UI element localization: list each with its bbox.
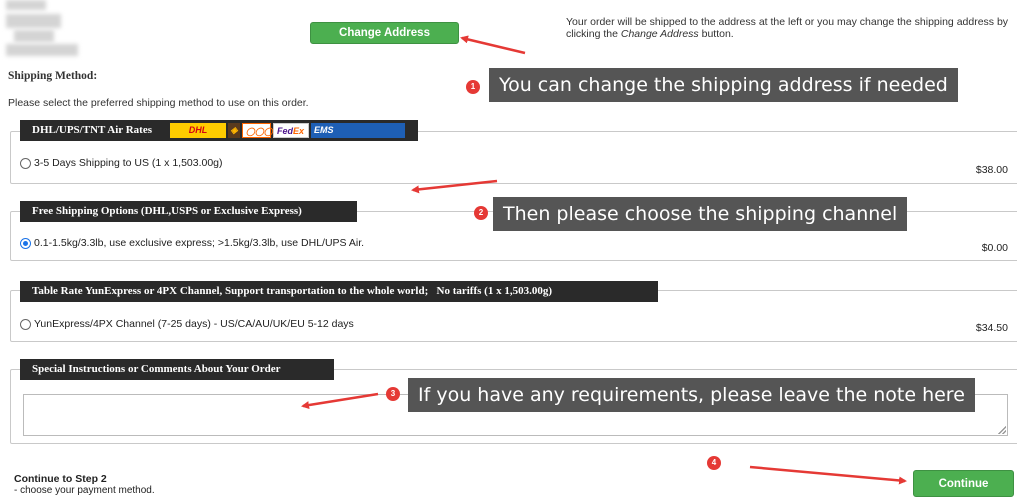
annotation-callout-1: You can change the shipping address if n… xyxy=(489,68,958,102)
shipping-option-yunexpress[interactable]: YunExpress/4PX Channel (7-25 days) - US/… xyxy=(20,318,354,330)
radio-air-rates[interactable] xyxy=(20,157,31,169)
shipping-option-free-shipping[interactable]: 0.1-1.5kg/3.3lb, use exclusive express; … xyxy=(20,237,364,249)
tnt-logo: ◯◯◯ xyxy=(242,123,273,138)
dhl-logo: DHL xyxy=(170,123,226,138)
shipping-price-air-rates: $38.00 xyxy=(975,164,1008,176)
annotation-callout-3: If you have any requirements, please lea… xyxy=(408,378,975,412)
ems-logo: EMS xyxy=(311,123,405,138)
shipping-option-label: 3-5 Days Shipping to US (1 x 1,503.00g) xyxy=(34,157,223,169)
shipping-group-yunexpress-legend: Table Rate YunExpress or 4PX Channel, Su… xyxy=(20,281,658,302)
ups-logo: ◈ xyxy=(228,123,240,138)
change-address-button[interactable]: Change Address xyxy=(310,22,459,44)
shipping-option-label: 0.1-1.5kg/3.3lb, use exclusive express; … xyxy=(34,237,365,249)
step-description: - choose your payment method. xyxy=(14,485,155,496)
carrier-logos: DHL ◈ ◯◯◯ FedEx EMS xyxy=(170,123,405,138)
shipping-option-air-rates[interactable]: 3-5 Days Shipping to US (1 x 1,503.00g) xyxy=(20,157,223,169)
shipping-method-title: Shipping Method: xyxy=(8,70,98,82)
shipping-address-redacted xyxy=(6,0,86,58)
step-title: Continue to Step 2 xyxy=(14,473,107,485)
arrow-4 xyxy=(749,465,907,485)
shipping-price-free-shipping: $0.00 xyxy=(981,242,1008,254)
continue-button[interactable]: Continue xyxy=(913,470,1014,497)
shipping-note-link-text: Change Address xyxy=(620,28,699,40)
shipping-address-note: Your order will be shipped to the addres… xyxy=(566,16,1016,40)
legend-text: DHL/UPS/TNT Air Rates xyxy=(32,124,152,136)
arrow-1 xyxy=(460,35,526,55)
shipping-note-suffix: button. xyxy=(698,28,734,40)
annotation-badge-4: 4 xyxy=(707,456,721,470)
annotation-badge-2: 2 xyxy=(474,206,488,220)
shipping-group-free-shipping-legend: Free Shipping Options (DHL,USPS or Exclu… xyxy=(20,201,357,222)
annotation-badge-3: 3 xyxy=(386,387,400,401)
shipping-option-label: YunExpress/4PX Channel (7-25 days) - US/… xyxy=(34,318,354,330)
comments-legend: Special Instructions or Comments About Y… xyxy=(20,359,334,380)
annotation-callout-2: Then please choose the shipping channel xyxy=(493,197,908,231)
fedex-logo: FedEx xyxy=(273,123,309,138)
radio-yunexpress[interactable] xyxy=(20,318,31,330)
radio-free-shipping[interactable] xyxy=(20,237,31,249)
shipping-method-description: Please select the preferred shipping met… xyxy=(8,97,309,109)
shipping-price-yunexpress: $34.50 xyxy=(975,322,1008,334)
resize-grip-icon[interactable] xyxy=(998,426,1006,434)
annotation-badge-1: 1 xyxy=(466,80,480,94)
